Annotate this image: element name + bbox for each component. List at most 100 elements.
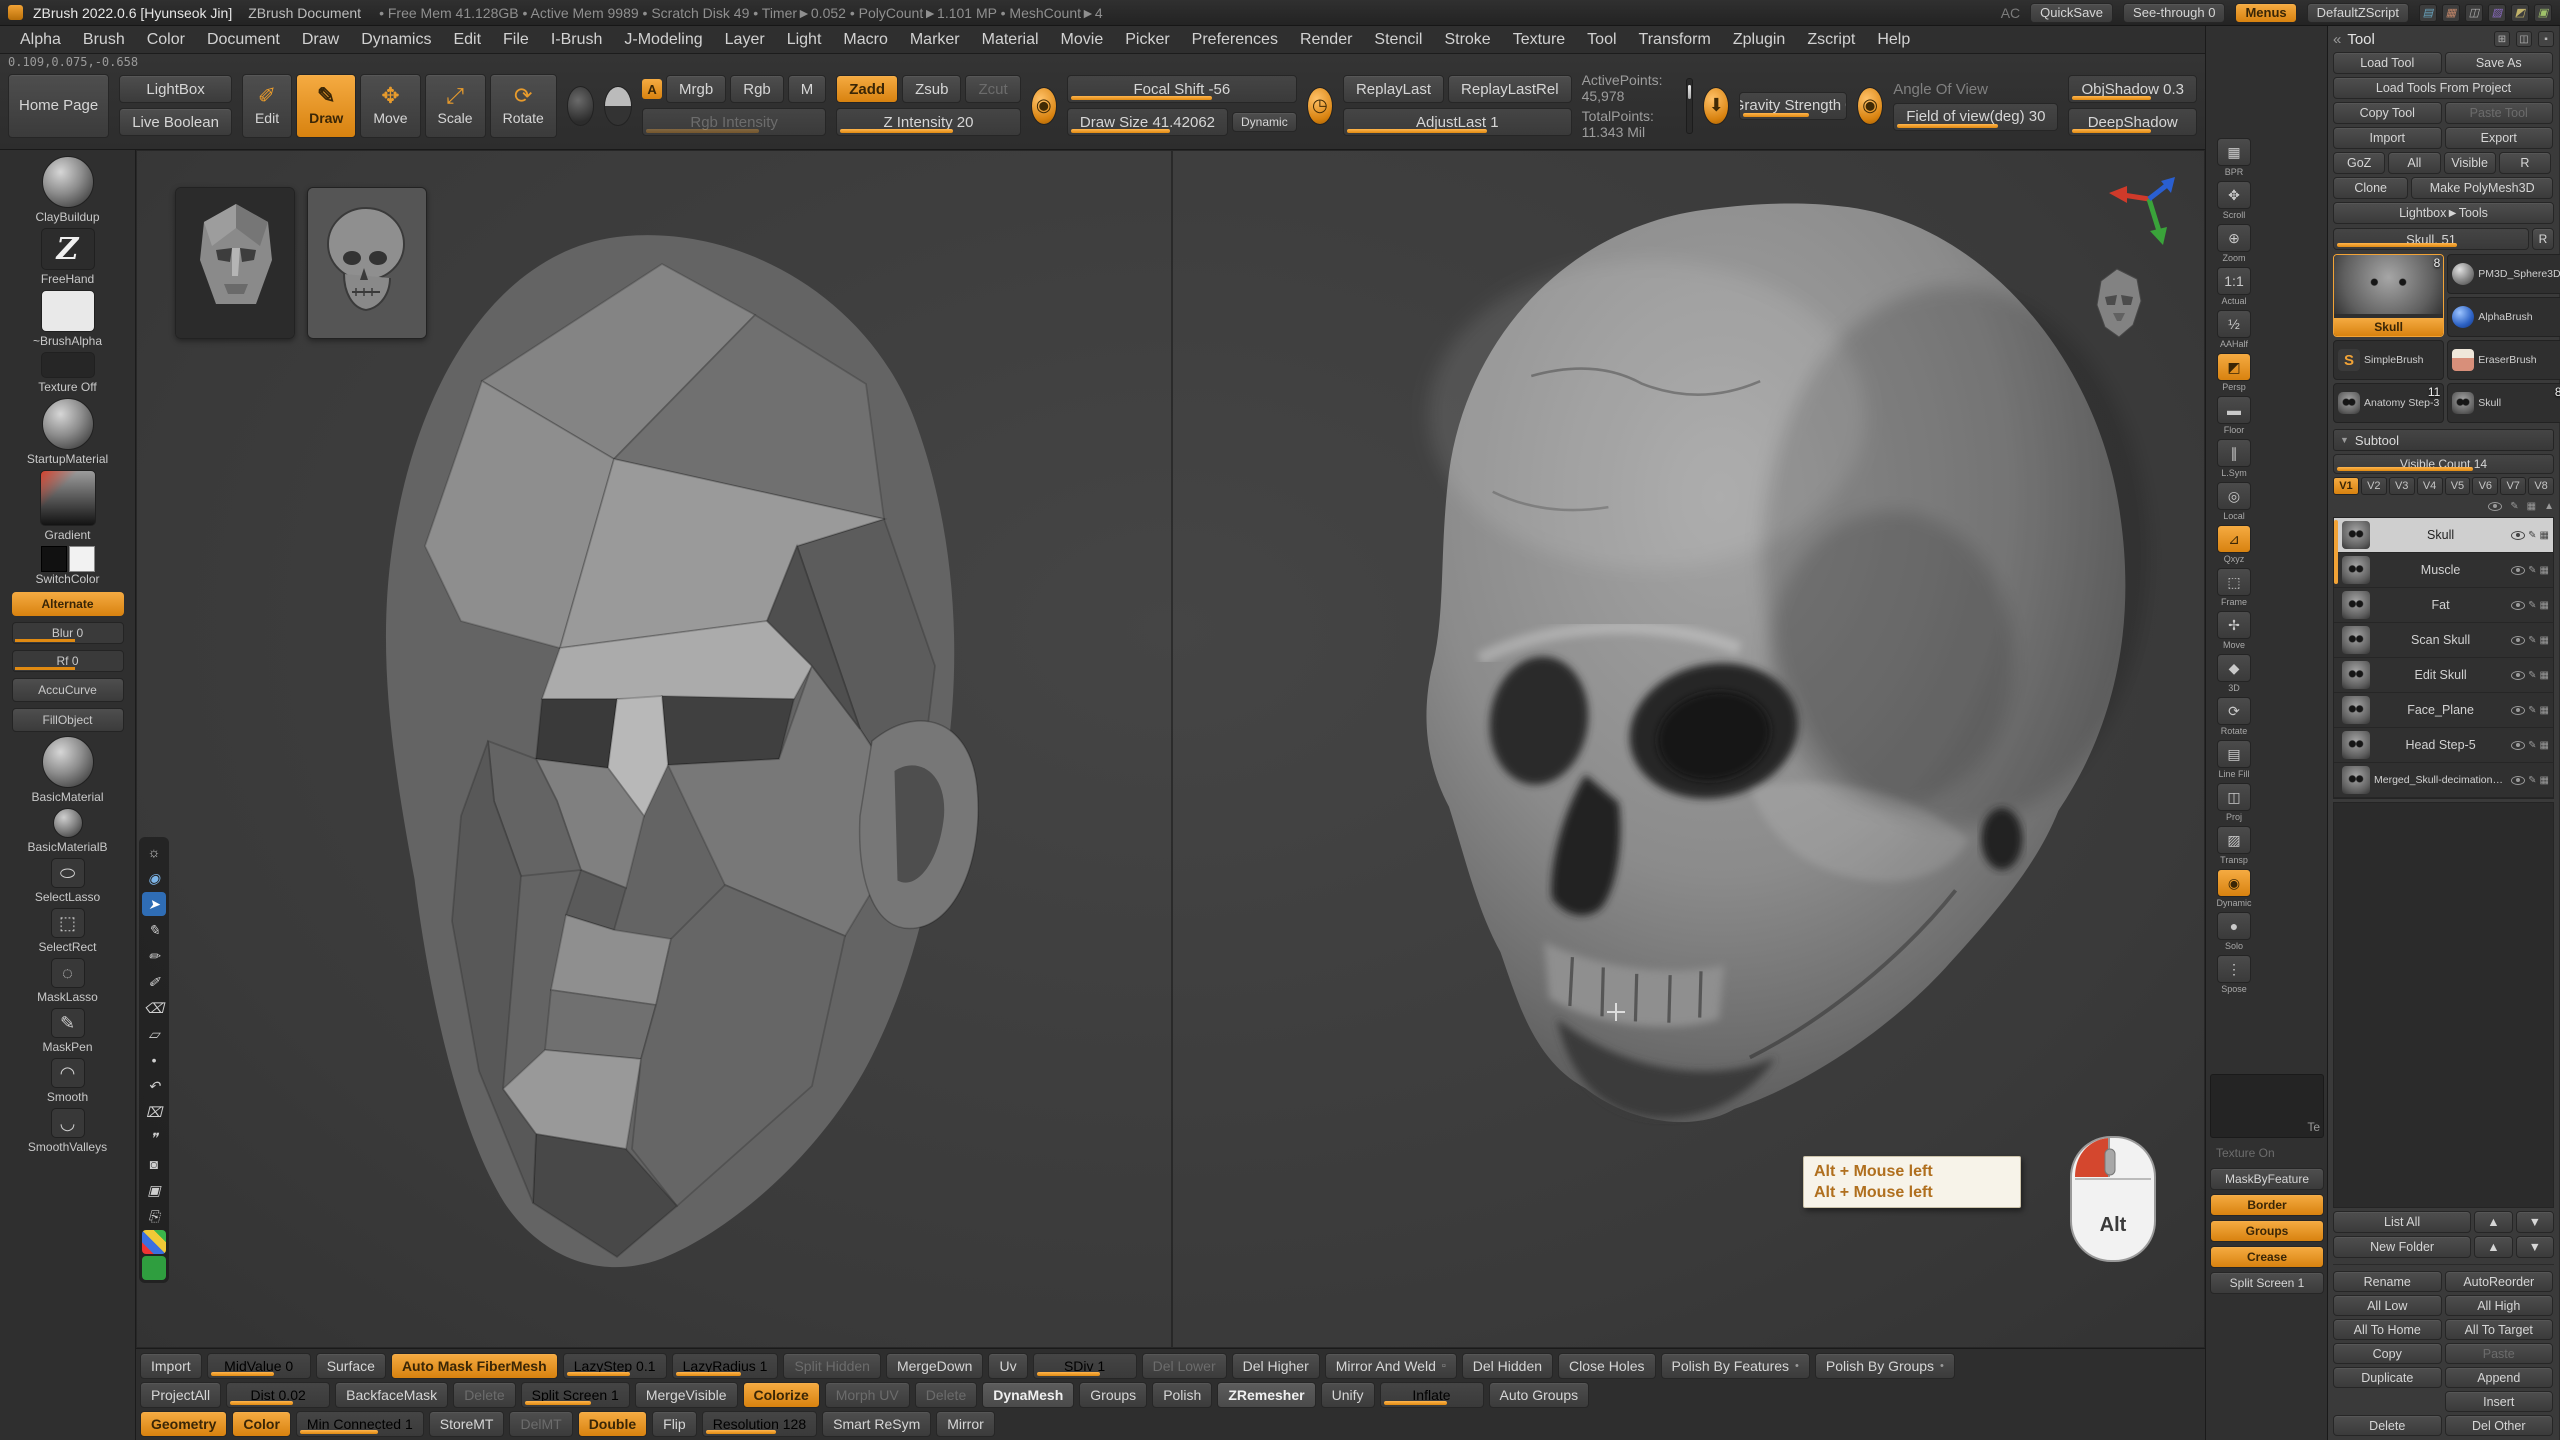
shapes-icon[interactable]: ▱: [142, 1022, 166, 1046]
menu-item[interactable]: Color: [137, 28, 195, 52]
tool-action-button[interactable]: Copy Tool: [2333, 102, 2442, 124]
bottom-control[interactable]: MidValue 0: [207, 1353, 311, 1379]
green-swatch[interactable]: [142, 1256, 166, 1280]
menu-item[interactable]: Marker: [900, 28, 970, 52]
subtool-action-button[interactable]: Del Other: [2445, 1415, 2554, 1436]
bottom-control[interactable]: Uv: [988, 1353, 1027, 1379]
bottom-control[interactable]: LazyRadius 1: [672, 1353, 779, 1379]
paint-icon[interactable]: ✎: [2528, 740, 2536, 751]
menu-item[interactable]: Edit: [443, 28, 491, 52]
menu-item[interactable]: Zscript: [1797, 28, 1865, 52]
texture-preview[interactable]: Te: [2210, 1074, 2324, 1138]
shelf-tool[interactable]: Blur 0: [8, 620, 128, 644]
zcut-button[interactable]: Zcut: [965, 75, 1020, 103]
rgb-button[interactable]: Rgb: [730, 75, 784, 103]
monitor-icon[interactable]: ▣: [2534, 4, 2552, 22]
tool-action-button[interactable]: Make PolyMesh3D: [2411, 177, 2553, 199]
zsub-button[interactable]: Zsub: [902, 75, 961, 103]
visibility-eye-icon[interactable]: [2511, 741, 2525, 750]
bottom-control[interactable]: Polish By Features•: [1661, 1353, 1810, 1379]
menu-item[interactable]: Stroke: [1434, 28, 1500, 52]
bottom-control[interactable]: Inflate: [1380, 1382, 1484, 1408]
quicksave-button[interactable]: QuickSave: [2030, 3, 2113, 23]
bottom-control[interactable]: Resolution 128: [702, 1411, 817, 1437]
image-icon[interactable]: ▣: [142, 1178, 166, 1202]
canvas-control[interactable]: ⊕ Zoom: [2212, 224, 2256, 263]
split-screen-slider[interactable]: Split Screen 1: [2210, 1272, 2324, 1294]
version-tab[interactable]: V6: [2472, 477, 2498, 495]
focal-shift-slider[interactable]: Focal Shift -56: [1067, 75, 1297, 103]
bottom-control[interactable]: Unify: [1321, 1382, 1375, 1408]
canvas-control[interactable]: ✢ Move: [2212, 611, 2256, 650]
poly-icon[interactable]: ▦: [2540, 670, 2549, 681]
subtool-action-button[interactable]: Copy: [2333, 1343, 2442, 1364]
tool-thumbnail[interactable]: AlphaBrush: [2447, 297, 2560, 337]
version-tab[interactable]: V2: [2361, 477, 2387, 495]
canvas-control[interactable]: ◫ Proj: [2212, 783, 2256, 822]
menu-item[interactable]: File: [493, 28, 539, 52]
menu-item[interactable]: Movie: [1051, 28, 1114, 52]
screen-icon[interactable]: ▨: [2488, 4, 2506, 22]
menu-item[interactable]: Brush: [73, 28, 135, 52]
bottom-control[interactable]: ProjectAll: [140, 1382, 221, 1408]
visibility-eye-icon[interactable]: [2511, 706, 2525, 715]
shelf-tool[interactable]: ✎ MaskPen: [8, 1008, 128, 1054]
mode-button[interactable]: ✎ Draw: [296, 74, 356, 138]
version-tab[interactable]: V1: [2333, 477, 2359, 495]
bottom-control[interactable]: Del Hidden: [1462, 1353, 1553, 1379]
tool-thumbnail[interactable]: 8 Skull: [2447, 383, 2560, 423]
bottom-control[interactable]: BackfaceMask: [335, 1382, 448, 1408]
bottom-control[interactable]: Delete: [453, 1382, 515, 1408]
canvas-control[interactable]: ◩ Persp: [2212, 353, 2256, 392]
shelf-tool[interactable]: AccuCurve: [8, 676, 128, 702]
subtool-action-button[interactable]: All To Home: [2333, 1319, 2442, 1340]
bottom-control[interactable]: Colorize: [743, 1382, 820, 1408]
bottom-control[interactable]: MergeDown: [886, 1353, 983, 1379]
dot-icon[interactable]: •: [142, 1048, 166, 1072]
pen-icon[interactable]: ✎: [142, 918, 166, 942]
subtool-action-button[interactable]: Append: [2445, 1367, 2554, 1388]
bottom-control[interactable]: Del Higher: [1232, 1353, 1320, 1379]
pencil-icon[interactable]: ✏: [142, 944, 166, 968]
move-up-icon[interactable]: ▲: [2474, 1211, 2512, 1233]
bottom-control[interactable]: Morph UV: [825, 1382, 910, 1408]
menu-item[interactable]: Draw: [292, 28, 349, 52]
menu-item[interactable]: Material: [972, 28, 1049, 52]
visible-count-slider[interactable]: Visible Count 14: [2333, 454, 2554, 474]
shelf-tool[interactable]: SwitchColor: [8, 546, 128, 586]
bottom-control[interactable]: Color: [232, 1411, 291, 1437]
bottom-control[interactable]: Smart ReSym: [822, 1411, 931, 1437]
layout-icon[interactable]: ◫: [2465, 4, 2483, 22]
shelf-tool[interactable]: ⬭ SelectLasso: [8, 858, 128, 904]
panel-grid-icon[interactable]: ◫: [2516, 31, 2532, 47]
canvas-control[interactable]: ▤ Line Fill: [2212, 740, 2256, 779]
shelf-tool[interactable]: ClayBuildup: [8, 156, 128, 224]
poly-icon[interactable]: ▦: [2540, 740, 2549, 751]
adjust-last-slider[interactable]: AdjustLast 1: [1343, 108, 1572, 136]
shelf-tool[interactable]: FillObject: [8, 706, 128, 732]
menu-item[interactable]: I-Brush: [541, 28, 613, 52]
folder-down-icon[interactable]: ▼: [2516, 1236, 2554, 1258]
Muscle[interactable]: Muscle ✎ ▦: [2334, 553, 2553, 588]
sculpt-canvas[interactable]: ☼ ◉ ➤ ✎ ✏ ✐ ⌫: [136, 150, 2205, 1348]
menu-item[interactable]: Picker: [1115, 28, 1179, 52]
version-tab[interactable]: V4: [2417, 477, 2443, 495]
menu-item[interactable]: Zplugin: [1723, 28, 1795, 52]
lightbulb-icon[interactable]: ☼: [142, 840, 166, 864]
bottom-control[interactable]: Surface: [316, 1353, 386, 1379]
bottom-control[interactable]: Split Hidden: [783, 1353, 881, 1379]
bottom-control[interactable]: Split Screen 1: [521, 1382, 630, 1408]
tool-action-button[interactable]: Visible: [2444, 152, 2496, 174]
poly-icon[interactable]: ▦: [2540, 565, 2549, 576]
mode-button[interactable]: ✐ Edit: [242, 74, 292, 138]
all-visibility-eye-icon[interactable]: [2488, 502, 2502, 511]
eraser-icon[interactable]: ⌫: [142, 996, 166, 1020]
tool-thumbnail[interactable]: 11 Anatomy Step-3: [2333, 383, 2444, 423]
visibility-eye-icon[interactable]: [2511, 566, 2525, 575]
subtool-action-button[interactable]: All High: [2445, 1295, 2554, 1316]
canvas-control[interactable]: ⬚ Frame: [2212, 568, 2256, 607]
canvas-control[interactable]: ◎ Local: [2212, 482, 2256, 521]
tool-action-button[interactable]: Load Tool: [2333, 52, 2442, 74]
bottom-control[interactable]: Dist 0.02: [226, 1382, 330, 1408]
tool-action-button[interactable]: Export: [2445, 127, 2554, 149]
